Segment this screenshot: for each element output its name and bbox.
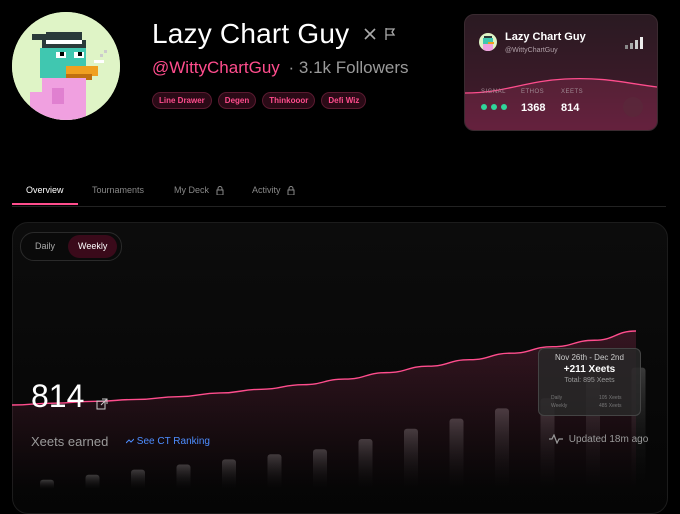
activity-pulse-icon (549, 433, 563, 445)
active-tab-indicator (12, 203, 78, 205)
profile-name: Lazy Chart Guy (152, 18, 350, 49)
followers-count: · 3.1k Followers (288, 58, 409, 77)
pixel-duck-avatar-icon (12, 12, 120, 120)
xeets-earned-label: Xeets earned (31, 434, 109, 449)
rank-link-text: See CT Ranking (136, 436, 210, 447)
see-ct-ranking-link[interactable]: See CT Ranking (125, 436, 210, 447)
tooltip-range: Nov 26th - Dec 2nd (555, 353, 624, 362)
signal-dot-icon (501, 104, 507, 110)
profile-handle-row: @WittyChartGuy · 3.1k Followers (152, 58, 409, 78)
card-xeets-value: 814 (561, 102, 580, 114)
signal-dots (481, 104, 507, 110)
brand-logo-icon (623, 97, 643, 117)
updated-text: Updated 18m ago (568, 434, 649, 445)
card-ethos-value: 1368 (521, 102, 546, 114)
updated-timestamp: Updated 18m ago (549, 433, 649, 445)
card-avatar (479, 33, 497, 51)
tooltip-weekly-value: 485 Xeets (599, 403, 622, 409)
profile-tabs: Overview Tournaments My Deck Activity (12, 176, 666, 207)
tab-tournaments[interactable]: Tournaments (92, 185, 144, 195)
profile-tags: Line Drawer Degen Thinkooor Defi Wiz (152, 92, 367, 109)
external-link-icon[interactable] (96, 398, 108, 410)
chart-tooltip: Nov 26th - Dec 2nd +211 Xeets Total: 895… (538, 348, 641, 416)
toggle-weekly[interactable]: Weekly (68, 235, 118, 258)
period-toggle[interactable]: Daily Weekly (20, 232, 122, 261)
tooltip-delta: +211 Xeets (563, 364, 616, 375)
card-handle: @WittyChartGuy (505, 47, 558, 54)
tab-activity[interactable]: Activity (252, 185, 295, 196)
flag-icon[interactable] (384, 27, 396, 41)
tag-thinkooor: Thinkooor (262, 92, 316, 109)
avatar (12, 12, 120, 120)
tab-my-deck[interactable]: My Deck (174, 185, 224, 196)
tab-activity-label: Activity (252, 185, 281, 195)
signal-bars-icon (625, 37, 643, 49)
tag-defi-wiz: Defi Wiz (321, 92, 367, 109)
tag-degen: Degen (217, 92, 257, 109)
trend-icon (125, 438, 135, 444)
tab-my-deck-label: My Deck (174, 185, 210, 195)
card-name: Lazy Chart Guy (505, 31, 586, 43)
card-signal-label: SIGNAL (481, 89, 507, 95)
signal-dot-icon (481, 104, 487, 110)
lock-icon (216, 186, 224, 196)
card-ethos-label: ETHOS (521, 89, 545, 95)
tag-line-drawer: Line Drawer (152, 92, 212, 109)
tooltip-daily-label: Daily (551, 395, 563, 401)
profile-card[interactable]: Lazy Chart Guy @WittyChartGuy SIGNAL ETH… (464, 14, 658, 131)
tooltip-weekly-label: Weekly (551, 403, 568, 409)
signal-dot-icon (491, 104, 497, 110)
xeets-value: 814 (31, 378, 85, 414)
profile-handle[interactable]: @WittyChartGuy (152, 58, 280, 77)
x-icon[interactable] (364, 28, 376, 40)
tab-overview[interactable]: Overview (26, 185, 64, 195)
card-xeets-label: XEETS (561, 89, 584, 95)
lock-icon (287, 186, 295, 196)
tooltip-daily-value: 105 Xeets (599, 395, 622, 401)
tooltip-total: Total: 895 Xeets (564, 377, 615, 384)
toggle-daily[interactable]: Daily (35, 241, 55, 251)
